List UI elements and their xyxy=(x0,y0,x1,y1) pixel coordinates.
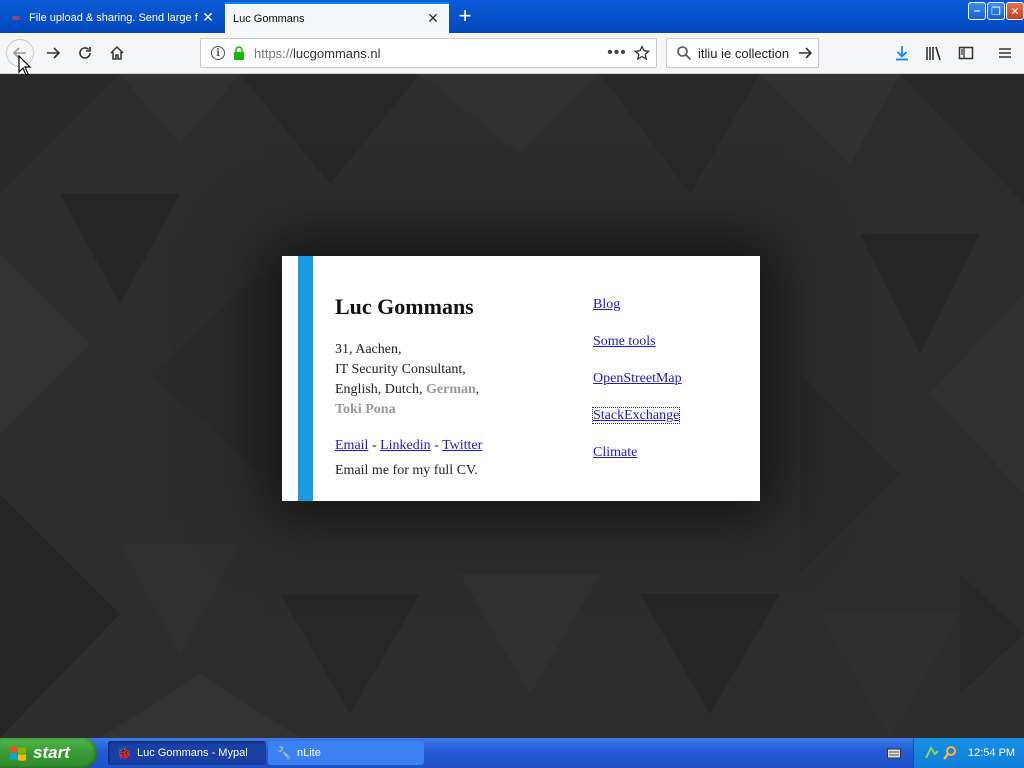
separator: - xyxy=(368,438,381,453)
sidebar-button[interactable] xyxy=(954,41,978,65)
stackexchange-link[interactable]: StackExchange xyxy=(591,407,681,424)
library-icon xyxy=(926,46,941,61)
navigation-toolbar: i https://lucgommans.nl ••• itliu ie col… xyxy=(0,33,1024,74)
profile-info: 31, Aachen, IT Security Consultant, Engl… xyxy=(335,340,479,420)
forward-button[interactable] xyxy=(39,39,67,67)
language-toki-pona: Toki Pona xyxy=(335,402,396,417)
linkedin-link[interactable]: Linkedin xyxy=(380,438,431,453)
network-icon[interactable] xyxy=(924,745,940,761)
reload-button[interactable] xyxy=(71,39,99,67)
tab-close-icon[interactable]: ✕ xyxy=(425,10,441,27)
profile-name-heading: Luc Gommans xyxy=(335,294,474,319)
contact-links: Email - Linkedin - Twitter xyxy=(335,438,482,454)
downloads-button[interactable] xyxy=(890,41,914,65)
lock-icon[interactable] xyxy=(232,46,246,60)
window-minimize-button[interactable]: – xyxy=(968,2,986,20)
email-link[interactable]: Email xyxy=(335,438,368,453)
hamburger-menu-icon xyxy=(999,48,1011,58)
taskbar: start 🐞 Luc Gommans - Mypal 🔧 nLite 12:5… xyxy=(0,738,1024,768)
openstreetmap-link[interactable]: OpenStreetMap xyxy=(593,371,682,386)
profile-card: Luc Gommans 31, Aachen, IT Security Cons… xyxy=(282,256,760,501)
arrow-right-icon xyxy=(799,47,813,59)
twitter-link[interactable]: Twitter xyxy=(442,438,482,453)
mouse-cursor-icon xyxy=(18,55,32,76)
taskbar-item-label: Luc Gommans - Mypal xyxy=(137,747,248,759)
page-actions-icon[interactable]: ••• xyxy=(606,44,628,62)
languages-text: English, Dutch, xyxy=(335,382,426,397)
new-tab-button[interactable]: + xyxy=(452,4,478,30)
mypal-icon: 🐞 xyxy=(116,746,132,760)
taskbar-item-nlite[interactable]: 🔧 nLite xyxy=(268,741,424,765)
start-label: start xyxy=(33,743,70,762)
reload-icon xyxy=(79,47,91,59)
home-button[interactable] xyxy=(103,39,131,67)
tab-title: Luc Gommans xyxy=(233,12,305,25)
tab-title: File upload & sharing. Send large f xyxy=(29,11,198,24)
cv-note: Email me for my full CV. xyxy=(335,463,478,478)
library-button[interactable] xyxy=(922,41,946,65)
windows-logo-icon xyxy=(10,746,26,761)
home-icon xyxy=(110,45,124,60)
url-scheme: https:// xyxy=(254,45,294,61)
separator: - xyxy=(430,438,443,453)
site-favicon-icon: ∞ xyxy=(12,11,20,24)
search-go-button[interactable] xyxy=(792,45,818,61)
languages-comma: , xyxy=(475,382,480,397)
search-icon xyxy=(677,46,692,61)
url-bar[interactable]: i https://lucgommans.nl ••• xyxy=(200,38,657,68)
profile-languages: English, Dutch, German, xyxy=(335,380,479,400)
blog-link[interactable]: Blog xyxy=(593,297,620,312)
sidebar-icon xyxy=(958,46,974,60)
some-tools-link[interactable]: Some tools xyxy=(593,334,656,349)
search-bar[interactable]: itliu ie collection xyxy=(666,38,819,68)
start-button[interactable]: start xyxy=(0,738,97,768)
search-input[interactable]: itliu ie collection xyxy=(698,46,792,61)
language-german: German xyxy=(426,382,476,397)
system-tray: 12:54 PM xyxy=(913,738,1024,768)
tab-luc-gommans[interactable]: Luc Gommans ✕ xyxy=(225,2,449,33)
magnifier-icon[interactable] xyxy=(942,745,958,761)
site-links: Blog Some tools OpenStreetMap StackExcha… xyxy=(591,297,682,482)
nlite-icon: 🔧 xyxy=(276,746,292,760)
clock: 12:54 PM xyxy=(968,747,1016,759)
window-close-button[interactable]: ✕ xyxy=(1006,2,1024,20)
arrow-right-icon xyxy=(47,47,61,59)
url-text[interactable]: https://lucgommans.nl xyxy=(254,46,606,61)
climate-link[interactable]: Climate xyxy=(593,445,637,460)
bookmark-star-icon[interactable] xyxy=(628,45,656,61)
taskbar-item-label: nLite xyxy=(297,747,321,759)
card-accent-stripe xyxy=(298,256,313,501)
taskbar-item-mypal[interactable]: 🐞 Luc Gommans - Mypal xyxy=(108,741,266,765)
info-icon[interactable]: i xyxy=(211,46,225,60)
tab-close-icon[interactable]: ✕ xyxy=(200,9,216,26)
url-host: lucgommans.nl xyxy=(293,45,381,61)
tab-strip: ∞ File upload & sharing. Send large f ✕ … xyxy=(0,0,1024,33)
keyboard-icon[interactable] xyxy=(887,747,901,759)
download-icon xyxy=(896,46,908,61)
profile-age-city: 31, Aachen, xyxy=(335,342,402,357)
profile-job: IT Security Consultant, xyxy=(335,362,466,377)
window-restore-button[interactable]: ❐ xyxy=(987,2,1005,20)
tab-file-upload[interactable]: ∞ File upload & sharing. Send large f ✕ xyxy=(0,2,224,33)
menu-button[interactable] xyxy=(993,41,1017,65)
page-viewport: Luc Gommans 31, Aachen, IT Security Cons… xyxy=(0,74,1024,738)
